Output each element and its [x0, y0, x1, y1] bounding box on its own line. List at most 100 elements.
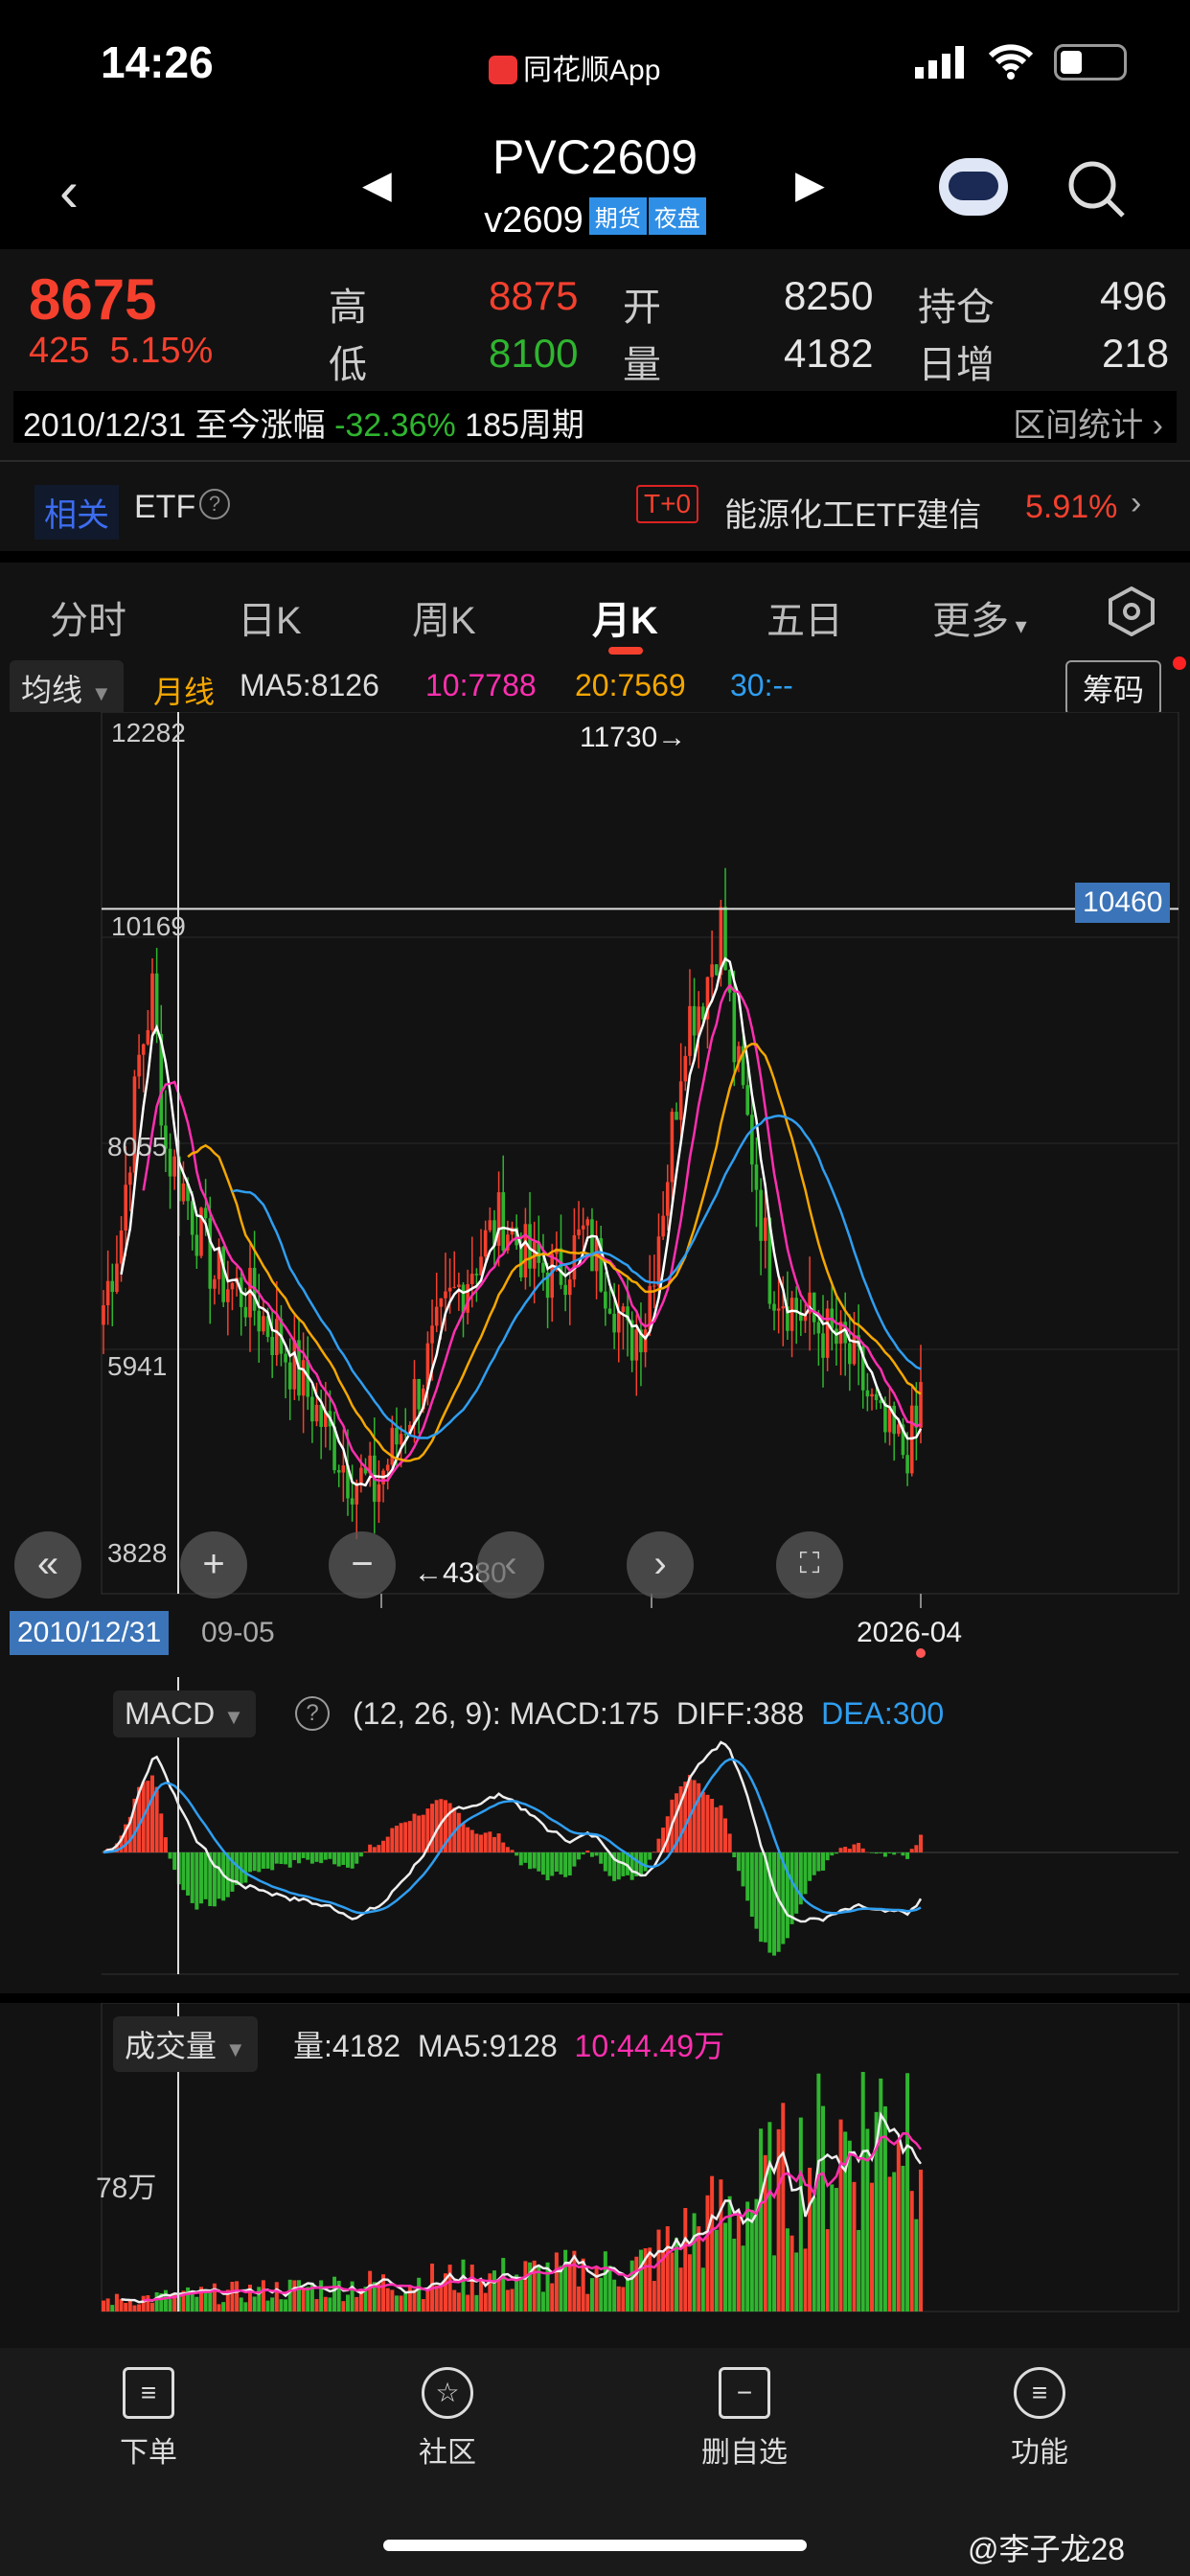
- macd-bar: [754, 1852, 759, 1929]
- kline-svg[interactable]: [0, 712, 1190, 1690]
- macd-help-icon[interactable]: ?: [295, 1696, 330, 1731]
- scroll-left-fast-button[interactable]: «: [14, 1531, 81, 1598]
- macd-bar: [274, 1852, 279, 1864]
- tab-weekly[interactable]: 周K: [412, 589, 476, 645]
- y-label: 5941: [107, 1351, 168, 1381]
- volume-bar: [141, 2295, 146, 2312]
- volume-panel[interactable]: 成交量 ▼ 量:4182 MA5:9128 10:44.49万 78万: [0, 2003, 1190, 2348]
- macd-bar: [860, 1848, 865, 1852]
- macd-bar: [594, 1852, 599, 1856]
- macd-bar: [252, 1852, 257, 1872]
- volume-bar: [287, 2279, 292, 2312]
- community-button[interactable]: ☆ 社区: [371, 2367, 524, 2471]
- volume-bar: [483, 2292, 488, 2312]
- notification-dot: [1173, 656, 1186, 670]
- macd-bar: [736, 1852, 741, 1872]
- candle-body: [124, 1184, 127, 1231]
- macd-bar: [505, 1847, 510, 1852]
- candle-body: [656, 1236, 661, 1286]
- volume-bar: [186, 2287, 191, 2312]
- help-icon[interactable]: ?: [199, 489, 230, 519]
- macd-bar: [421, 1814, 425, 1852]
- volume-bar: [629, 2260, 634, 2312]
- zoom-in-button[interactable]: +: [180, 1531, 247, 1598]
- volume-bar: [239, 2297, 243, 2312]
- scroll-left-button[interactable]: ‹: [477, 1531, 544, 1598]
- macd-bar: [469, 1829, 474, 1852]
- related-etf-row[interactable]: 相关 ETF ? T+0 能源化工ETF建信 5.91% ›: [0, 460, 1190, 551]
- macd-selector-label: MACD: [125, 1696, 216, 1731]
- chevron-right-icon: ›: [1131, 485, 1142, 521]
- candle-body: [870, 1393, 874, 1397]
- macd-panel[interactable]: MACD ▼ ? (12, 26, 9): MACD:175 DIFF:388 …: [0, 1677, 1190, 1993]
- macd-bar: [643, 1852, 648, 1872]
- candle-body: [892, 1405, 896, 1435]
- macd-selector[interactable]: MACD ▼: [113, 1690, 256, 1737]
- settings-hex-icon[interactable]: [1107, 586, 1156, 641]
- volume-bar: [656, 2229, 661, 2312]
- candle-body: [146, 1029, 150, 1045]
- macd-bar: [372, 1847, 377, 1852]
- macd-bar: [914, 1845, 919, 1852]
- tab-monthly[interactable]: 月K: [592, 589, 658, 645]
- volume-bar: [589, 2278, 594, 2312]
- zoom-out-button[interactable]: −: [329, 1531, 396, 1598]
- macd-bar: [870, 1852, 875, 1853]
- ma-selector[interactable]: 均线 ▼: [10, 660, 124, 716]
- macd-bar: [656, 1838, 661, 1852]
- volume-selector[interactable]: 成交量 ▼: [113, 2016, 258, 2072]
- latest-dot: [916, 1648, 926, 1658]
- robot-assistant-icon[interactable]: [939, 158, 1008, 216]
- volume-bar: [102, 2300, 105, 2312]
- fullscreen-button[interactable]: ⛶: [776, 1531, 843, 1598]
- chips-button[interactable]: 筹码: [1065, 660, 1162, 716]
- macd-bar: [190, 1852, 195, 1903]
- watermark: @李子龙28: [968, 2532, 1126, 2566]
- volume-bar: [296, 2280, 301, 2312]
- scroll-right-button[interactable]: ›: [627, 1531, 694, 1598]
- search-icon[interactable]: [1065, 158, 1127, 224]
- volume-bar: [648, 2247, 652, 2312]
- low-label: 低: [329, 344, 367, 386]
- volume-bar: [403, 2293, 408, 2312]
- volume-bar: [345, 2294, 350, 2312]
- functions-button[interactable]: ≡ 功能: [963, 2367, 1116, 2471]
- order-label: 下单: [120, 2437, 177, 2469]
- candle-body: [523, 1224, 528, 1277]
- order-button[interactable]: ≡ 下单: [72, 2367, 225, 2471]
- volume-bar: [710, 2175, 715, 2312]
- macd-bar: [589, 1852, 594, 1857]
- volume-bar: [594, 2266, 599, 2312]
- volume-bar: [110, 2305, 115, 2312]
- tab-five-day[interactable]: 五日: [767, 589, 843, 645]
- ma-period: 月线: [153, 675, 216, 709]
- volume-bar: [919, 2169, 923, 2312]
- macd-bar: [905, 1852, 910, 1859]
- interval-stats-bar[interactable]: 2010/12/31 至今涨幅 -32.36% 185周期 区间统计 ›: [13, 391, 1177, 446]
- volume-bar: [821, 2105, 826, 2312]
- tab-daily[interactable]: 日K: [238, 589, 302, 645]
- macd-bar: [785, 1852, 790, 1939]
- back-to-app[interactable]: 同花顺App: [489, 46, 660, 88]
- macd-bar: [838, 1848, 843, 1852]
- macd-bar: [292, 1852, 297, 1860]
- macd-bar: [381, 1840, 386, 1852]
- macd-bar: [287, 1852, 292, 1868]
- futures-tag: 期货: [588, 197, 647, 235]
- volume-bar: [790, 2235, 794, 2312]
- candle-body: [444, 1291, 447, 1299]
- contract-subtitle: v2609 期货 夜盘: [0, 197, 1190, 242]
- kline-chart[interactable]: 12282 10169 8055 5941 3828 11730→ ←4380 …: [0, 712, 1190, 1690]
- status-bar: 14:26 同花顺App: [0, 0, 1190, 129]
- macd-bar: [314, 1852, 319, 1862]
- tab-intraday[interactable]: 分时: [50, 589, 126, 645]
- macd-bar: [759, 1852, 764, 1943]
- tab-more[interactable]: 更多 ▾: [932, 589, 1027, 645]
- volume-bar: [700, 2267, 705, 2312]
- macd-bar: [336, 1852, 341, 1867]
- contract-code: v2609: [484, 200, 584, 241]
- next-contract-icon[interactable]: ▶: [795, 163, 825, 207]
- interval-stats-link[interactable]: 区间统计 ›: [1013, 399, 1163, 446]
- macd-bar: [919, 1834, 923, 1852]
- remove-watchlist-button[interactable]: − 删自选: [668, 2367, 821, 2471]
